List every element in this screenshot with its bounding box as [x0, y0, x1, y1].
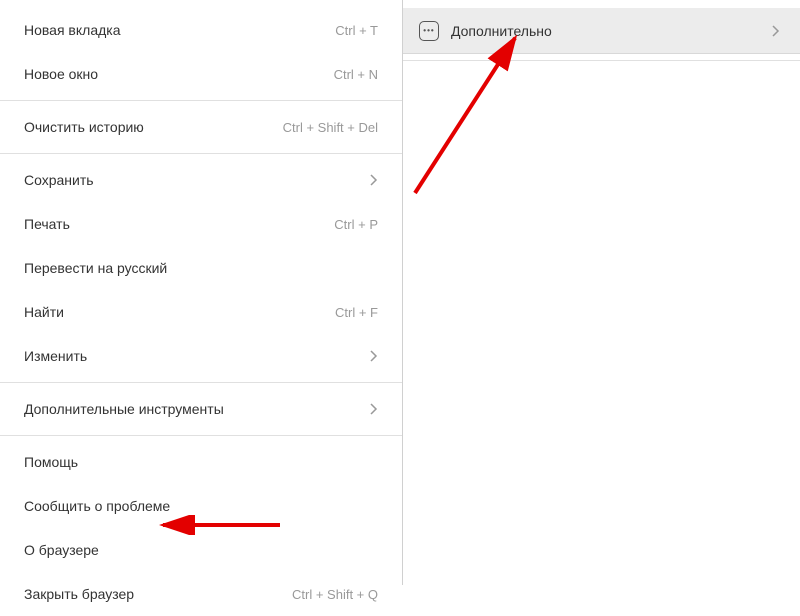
menu-item-new-window[interactable]: Новое окно Ctrl + N [0, 52, 402, 96]
menu-label: Очистить историю [24, 119, 144, 135]
menu-item-new-tab[interactable]: Новая вкладка Ctrl + T [0, 8, 402, 52]
menu-shortcut: Ctrl + Shift + Q [292, 587, 378, 602]
menu-label: О браузере [24, 542, 99, 558]
submenu-panel: ••• Дополнительно [403, 0, 800, 585]
menu-divider [0, 100, 402, 101]
menu-shortcut: Ctrl + Shift + Del [283, 120, 378, 135]
submenu-item-additional[interactable]: ••• Дополнительно [403, 8, 800, 54]
menu-label: Перевести на русский [24, 260, 167, 276]
menu-item-help[interactable]: Помощь [0, 440, 402, 484]
menu-shortcut: Ctrl + N [334, 67, 378, 82]
menu-label: Новое окно [24, 66, 98, 82]
menu-label: Помощь [24, 454, 78, 470]
menu-label: Изменить [24, 348, 87, 364]
menu-item-close-browser[interactable]: Закрыть браузер Ctrl + Shift + Q [0, 572, 402, 616]
chevron-right-icon [370, 350, 378, 362]
submenu-label: Дополнительно [451, 23, 552, 39]
menu-item-additional-tools[interactable]: Дополнительные инструменты [0, 387, 402, 431]
menu-item-edit[interactable]: Изменить [0, 334, 402, 378]
menu-divider [0, 435, 402, 436]
menu-divider [0, 153, 402, 154]
menu-shortcut: Ctrl + T [335, 23, 378, 38]
menu-label: Сообщить о проблеме [24, 498, 170, 514]
menu-label: Печать [24, 216, 70, 232]
chevron-right-icon [772, 25, 780, 37]
menu-label: Найти [24, 304, 64, 320]
submenu-divider [403, 60, 800, 61]
menu-item-print[interactable]: Печать Ctrl + P [0, 202, 402, 246]
menu-item-find[interactable]: Найти Ctrl + F [0, 290, 402, 334]
menu-label: Сохранить [24, 172, 94, 188]
menu-shortcut: Ctrl + P [334, 217, 378, 232]
menu-label: Новая вкладка [24, 22, 121, 38]
menu-item-translate[interactable]: Перевести на русский [0, 246, 402, 290]
chevron-right-icon [370, 174, 378, 186]
chevron-right-icon [370, 403, 378, 415]
menu-item-report-problem[interactable]: Сообщить о проблеме [0, 484, 402, 528]
menu-label: Закрыть браузер [24, 586, 134, 602]
menu-item-about-browser[interactable]: О браузере [0, 528, 402, 572]
main-menu-panel: Новая вкладка Ctrl + T Новое окно Ctrl +… [0, 0, 403, 585]
menu-item-clear-history[interactable]: Очистить историю Ctrl + Shift + Del [0, 105, 402, 149]
menu-label: Дополнительные инструменты [24, 401, 224, 417]
menu-divider [0, 382, 402, 383]
more-icon: ••• [419, 21, 439, 41]
menu-item-save[interactable]: Сохранить [0, 158, 402, 202]
menu-shortcut: Ctrl + F [335, 305, 378, 320]
